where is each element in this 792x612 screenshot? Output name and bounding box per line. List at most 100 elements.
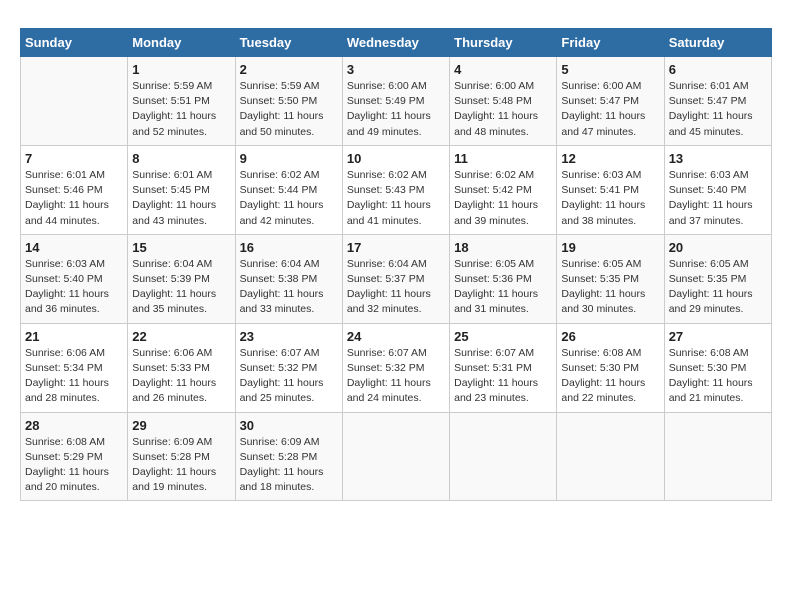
calendar-cell: 16 Sunrise: 6:04 AMSunset: 5:38 PMDayligh… bbox=[235, 234, 342, 323]
day-number: 7 bbox=[25, 151, 123, 166]
day-info: Sunrise: 6:07 AMSunset: 5:32 PMDaylight:… bbox=[347, 346, 445, 407]
calendar-cell bbox=[21, 57, 128, 146]
day-number: 2 bbox=[240, 62, 338, 77]
day-info: Sunrise: 6:08 AMSunset: 5:29 PMDaylight:… bbox=[25, 435, 123, 496]
day-info: Sunrise: 5:59 AMSunset: 5:51 PMDaylight:… bbox=[132, 79, 230, 140]
day-number: 19 bbox=[561, 240, 659, 255]
day-info: Sunrise: 6:00 AMSunset: 5:47 PMDaylight:… bbox=[561, 79, 659, 140]
day-info: Sunrise: 6:05 AMSunset: 5:35 PMDaylight:… bbox=[669, 257, 767, 318]
day-number: 6 bbox=[669, 62, 767, 77]
calendar-cell: 14Sunrise: 6:03 AMSunset: 5:40 PMDayligh… bbox=[21, 234, 128, 323]
calendar-header: SundayMondayTuesdayWednesdayThursdayFrid… bbox=[21, 29, 772, 57]
day-info: Sunrise: 6:00 AMSunset: 5:48 PMDaylight:… bbox=[454, 79, 552, 140]
day-number: 12 bbox=[561, 151, 659, 166]
day-number: 27 bbox=[669, 329, 767, 344]
day-number: 17 bbox=[347, 240, 445, 255]
day-info: Sunrise: 5:59 AMSunset: 5:50 PMDaylight:… bbox=[240, 79, 338, 140]
calendar-cell: 5 Sunrise: 6:00 AMSunset: 5:47 PMDaylight… bbox=[557, 57, 664, 146]
day-info: Sunrise: 6:02 AMSunset: 5:44 PMDaylight:… bbox=[240, 168, 338, 229]
calendar-cell: 8 Sunrise: 6:01 AMSunset: 5:45 PMDaylight… bbox=[128, 145, 235, 234]
calendar-cell: 3 Sunrise: 6:00 AMSunset: 5:49 PMDaylight… bbox=[342, 57, 449, 146]
day-number: 23 bbox=[240, 329, 338, 344]
day-number: 4 bbox=[454, 62, 552, 77]
day-info: Sunrise: 6:02 AMSunset: 5:43 PMDaylight:… bbox=[347, 168, 445, 229]
day-info: Sunrise: 6:09 AMSunset: 5:28 PMDaylight:… bbox=[132, 435, 230, 496]
day-info: Sunrise: 6:07 AMSunset: 5:32 PMDaylight:… bbox=[240, 346, 338, 407]
day-number: 25 bbox=[454, 329, 552, 344]
calendar-week-row: 14Sunrise: 6:03 AMSunset: 5:40 PMDayligh… bbox=[21, 234, 772, 323]
calendar-cell: 13 Sunrise: 6:03 AMSunset: 5:40 PMDayligh… bbox=[664, 145, 771, 234]
day-info: Sunrise: 6:08 AMSunset: 5:30 PMDaylight:… bbox=[561, 346, 659, 407]
calendar-cell: 24 Sunrise: 6:07 AMSunset: 5:32 PMDayligh… bbox=[342, 323, 449, 412]
day-number: 18 bbox=[454, 240, 552, 255]
day-number: 5 bbox=[561, 62, 659, 77]
day-number: 14 bbox=[25, 240, 123, 255]
calendar-cell: 26 Sunrise: 6:08 AMSunset: 5:30 PMDayligh… bbox=[557, 323, 664, 412]
calendar-cell: 15 Sunrise: 6:04 AMSunset: 5:39 PMDayligh… bbox=[128, 234, 235, 323]
calendar-cell: 28 Sunrise: 6:08 AMSunset: 5:29 PMDayligh… bbox=[21, 412, 128, 501]
day-number: 15 bbox=[132, 240, 230, 255]
day-number: 10 bbox=[347, 151, 445, 166]
calendar-cell: 9 Sunrise: 6:02 AMSunset: 5:44 PMDaylight… bbox=[235, 145, 342, 234]
calendar-body: 1 Sunrise: 5:59 AMSunset: 5:51 PMDaylight… bbox=[21, 57, 772, 501]
calendar-cell bbox=[557, 412, 664, 501]
day-number: 26 bbox=[561, 329, 659, 344]
calendar-week-row: 28 Sunrise: 6:08 AMSunset: 5:29 PMDayligh… bbox=[21, 412, 772, 501]
weekday-header: Wednesday bbox=[342, 29, 449, 57]
day-number: 8 bbox=[132, 151, 230, 166]
day-info: Sunrise: 6:03 AMSunset: 5:40 PMDaylight:… bbox=[669, 168, 767, 229]
day-number: 30 bbox=[240, 418, 338, 433]
day-number: 20 bbox=[669, 240, 767, 255]
calendar-cell: 18Sunrise: 6:05 AMSunset: 5:36 PMDayligh… bbox=[450, 234, 557, 323]
calendar-week-row: 21 Sunrise: 6:06 AMSunset: 5:34 PMDayligh… bbox=[21, 323, 772, 412]
calendar-cell: 10 Sunrise: 6:02 AMSunset: 5:43 PMDayligh… bbox=[342, 145, 449, 234]
calendar-table: SundayMondayTuesdayWednesdayThursdayFrid… bbox=[20, 28, 772, 501]
day-info: Sunrise: 6:03 AMSunset: 5:41 PMDaylight:… bbox=[561, 168, 659, 229]
day-number: 9 bbox=[240, 151, 338, 166]
day-number: 28 bbox=[25, 418, 123, 433]
calendar-cell: 20 Sunrise: 6:05 AMSunset: 5:35 PMDayligh… bbox=[664, 234, 771, 323]
day-number: 29 bbox=[132, 418, 230, 433]
day-info: Sunrise: 6:04 AMSunset: 5:37 PMDaylight:… bbox=[347, 257, 445, 318]
calendar-cell bbox=[450, 412, 557, 501]
calendar-cell: 30 Sunrise: 6:09 AMSunset: 5:28 PMDayligh… bbox=[235, 412, 342, 501]
calendar-week-row: 1 Sunrise: 5:59 AMSunset: 5:51 PMDaylight… bbox=[21, 57, 772, 146]
weekday-header: Monday bbox=[128, 29, 235, 57]
calendar-cell: 17 Sunrise: 6:04 AMSunset: 5:37 PMDayligh… bbox=[342, 234, 449, 323]
day-info: Sunrise: 6:06 AMSunset: 5:34 PMDaylight:… bbox=[25, 346, 123, 407]
day-info: Sunrise: 6:01 AMSunset: 5:47 PMDaylight:… bbox=[669, 79, 767, 140]
calendar-week-row: 7 Sunrise: 6:01 AMSunset: 5:46 PMDaylight… bbox=[21, 145, 772, 234]
day-info: Sunrise: 6:09 AMSunset: 5:28 PMDaylight:… bbox=[240, 435, 338, 496]
calendar-cell: 2 Sunrise: 5:59 AMSunset: 5:50 PMDaylight… bbox=[235, 57, 342, 146]
calendar-cell: 29 Sunrise: 6:09 AMSunset: 5:28 PMDayligh… bbox=[128, 412, 235, 501]
calendar-cell bbox=[664, 412, 771, 501]
header-row: SundayMondayTuesdayWednesdayThursdayFrid… bbox=[21, 29, 772, 57]
day-number: 3 bbox=[347, 62, 445, 77]
calendar-cell: 1 Sunrise: 5:59 AMSunset: 5:51 PMDaylight… bbox=[128, 57, 235, 146]
day-info: Sunrise: 6:08 AMSunset: 5:30 PMDaylight:… bbox=[669, 346, 767, 407]
day-number: 11 bbox=[454, 151, 552, 166]
day-info: Sunrise: 6:07 AMSunset: 5:31 PMDaylight:… bbox=[454, 346, 552, 407]
day-number: 21 bbox=[25, 329, 123, 344]
calendar-cell: 27 Sunrise: 6:08 AMSunset: 5:30 PMDayligh… bbox=[664, 323, 771, 412]
day-number: 24 bbox=[347, 329, 445, 344]
day-number: 16 bbox=[240, 240, 338, 255]
weekday-header: Sunday bbox=[21, 29, 128, 57]
day-info: Sunrise: 6:06 AMSunset: 5:33 PMDaylight:… bbox=[132, 346, 230, 407]
day-info: Sunrise: 6:04 AMSunset: 5:38 PMDaylight:… bbox=[240, 257, 338, 318]
day-info: Sunrise: 6:05 AMSunset: 5:35 PMDaylight:… bbox=[561, 257, 659, 318]
day-number: 13 bbox=[669, 151, 767, 166]
calendar-cell: 23 Sunrise: 6:07 AMSunset: 5:32 PMDayligh… bbox=[235, 323, 342, 412]
calendar-cell: 25 Sunrise: 6:07 AMSunset: 5:31 PMDayligh… bbox=[450, 323, 557, 412]
calendar-cell: 6 Sunrise: 6:01 AMSunset: 5:47 PMDaylight… bbox=[664, 57, 771, 146]
day-info: Sunrise: 6:01 AMSunset: 5:46 PMDaylight:… bbox=[25, 168, 123, 229]
day-info: Sunrise: 6:00 AMSunset: 5:49 PMDaylight:… bbox=[347, 79, 445, 140]
calendar-cell: 22Sunrise: 6:06 AMSunset: 5:33 PMDayligh… bbox=[128, 323, 235, 412]
calendar-cell: 19 Sunrise: 6:05 AMSunset: 5:35 PMDayligh… bbox=[557, 234, 664, 323]
day-info: Sunrise: 6:04 AMSunset: 5:39 PMDaylight:… bbox=[132, 257, 230, 318]
weekday-header: Saturday bbox=[664, 29, 771, 57]
day-number: 1 bbox=[132, 62, 230, 77]
day-info: Sunrise: 6:01 AMSunset: 5:45 PMDaylight:… bbox=[132, 168, 230, 229]
weekday-header: Tuesday bbox=[235, 29, 342, 57]
calendar-cell: 21 Sunrise: 6:06 AMSunset: 5:34 PMDayligh… bbox=[21, 323, 128, 412]
